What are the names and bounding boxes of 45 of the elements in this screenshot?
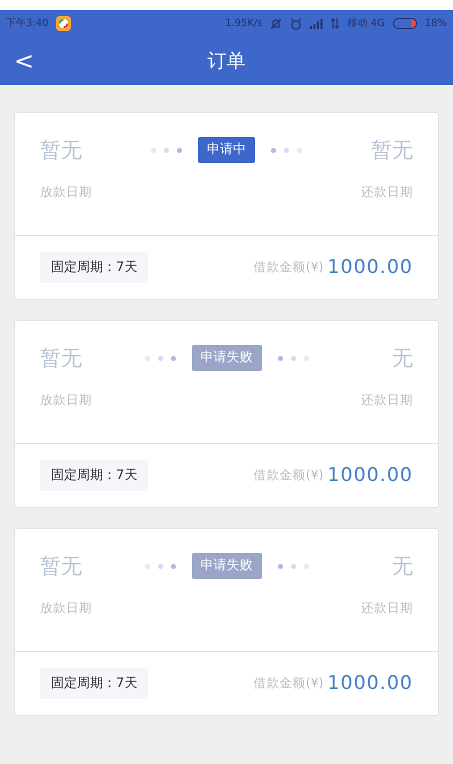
bell-muted-icon <box>270 18 282 30</box>
back-button[interactable]: < <box>10 43 38 79</box>
carrier-label: 移动 4G <box>347 17 385 31</box>
page-title: 订单 <box>208 48 246 74</box>
loan-date-label: 放款日期 <box>40 390 92 408</box>
repay-date-label: 还款日期 <box>361 182 413 200</box>
loan-date-label: 放款日期 <box>40 182 92 200</box>
repay-date: 无 <box>392 345 413 372</box>
amount-value: 1000.00 <box>327 255 413 280</box>
amount-label: 借款金额(¥) <box>254 258 324 276</box>
loan-date: 暂无 <box>40 137 83 164</box>
amount-value: 1000.00 <box>327 463 413 488</box>
period-label: 固定周期：7天 <box>40 252 148 284</box>
battery-icon <box>392 18 417 29</box>
order-card[interactable]: 暂无 放款日期 申请失败 无 还款日期 固定周期：7天 借款金额(¥) 1000.00 <box>14 320 439 508</box>
dots-icon <box>278 564 308 568</box>
repay-date-label: 还款日期 <box>361 390 413 408</box>
network-speed: 1.95K/s <box>225 17 262 31</box>
app-icon <box>56 16 72 31</box>
battery-percent: 18% <box>424 17 447 31</box>
dots-icon <box>151 148 182 152</box>
dots-icon <box>144 356 176 360</box>
repay-date: 无 <box>392 553 413 580</box>
alarm-icon <box>290 18 302 30</box>
amount-label: 借款金额(¥) <box>254 674 324 692</box>
order-card[interactable]: 暂无 放款日期 申请失败 无 还款日期 固定周期：7天 借款金额(¥) 1000.00 <box>14 528 439 716</box>
period-label: 固定周期：7天 <box>40 460 148 492</box>
order-card[interactable]: 暂无 放款日期 申请中 暂无 还款日期 固定周期：7天 借款金额(¥) 1000.00 <box>14 112 439 300</box>
status-tag: 申请失败 <box>192 553 262 579</box>
data-transfer-icon <box>331 18 340 29</box>
amount-label: 借款金额(¥) <box>254 466 324 484</box>
status-tag: 申请失败 <box>192 345 262 371</box>
loan-date: 暂无 <box>40 345 83 372</box>
status-tag: 申请中 <box>198 137 255 163</box>
repay-date: 暂无 <box>371 137 413 164</box>
signal-icon <box>310 18 324 28</box>
dots-icon <box>278 356 308 360</box>
amount-value: 1000.00 <box>327 671 413 696</box>
period-label: 固定周期：7天 <box>40 668 148 700</box>
dots-icon <box>271 148 302 152</box>
dots-icon <box>144 564 176 568</box>
repay-date-label: 还款日期 <box>361 598 413 616</box>
status-time: 下午3:40 <box>6 17 48 31</box>
loan-date-label: 放款日期 <box>40 598 92 616</box>
loan-date: 暂无 <box>40 553 83 580</box>
